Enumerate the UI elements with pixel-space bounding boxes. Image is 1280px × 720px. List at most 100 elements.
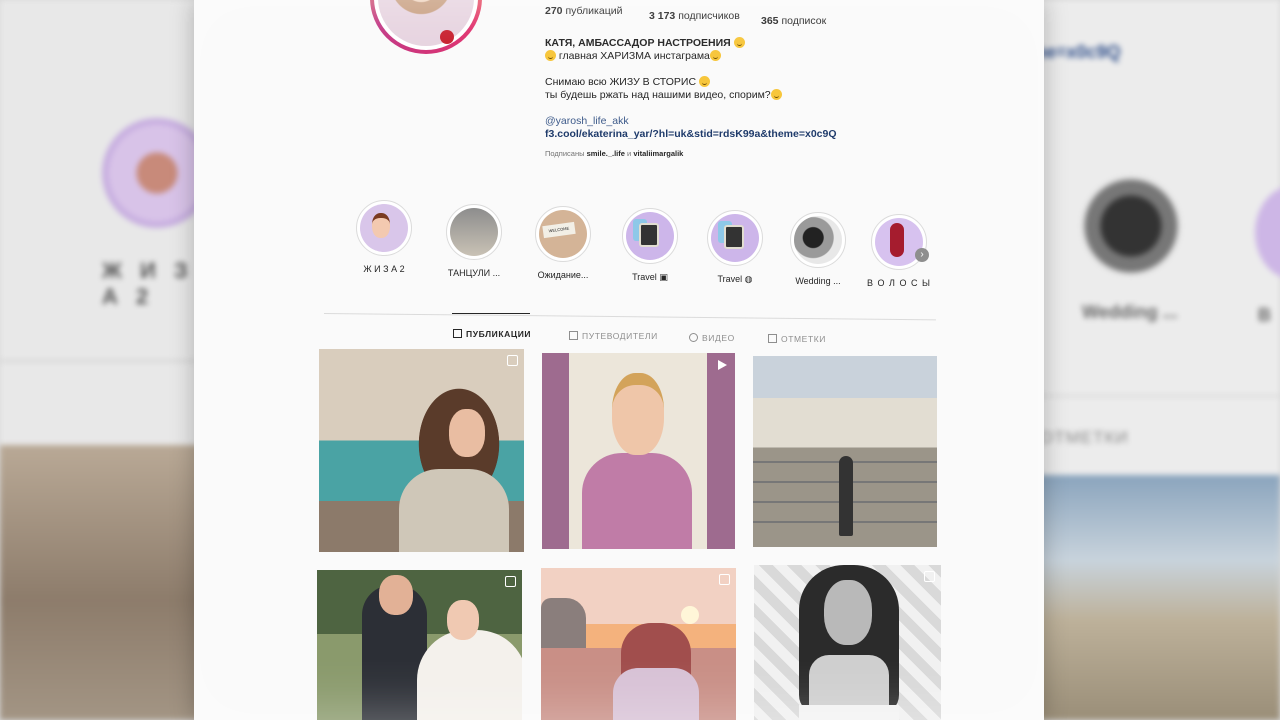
bio-name-line: КАТЯ, АМБАССАДОР НАСТРОЕНИЯ xyxy=(545,37,875,50)
highlight-cover-bg xyxy=(450,208,498,256)
cartoon-face-icon xyxy=(372,213,390,238)
tab-videos[interactable]: ВИДЕО xyxy=(689,333,735,343)
post-thumbnail[interactable] xyxy=(541,568,736,720)
highlight-item[interactable]: Wedding ... xyxy=(783,212,853,286)
smirk-emoji-icon xyxy=(770,89,782,100)
post-photo-detail xyxy=(417,630,522,720)
highlight-cover xyxy=(707,210,763,266)
bio-text: Снимаю всю ЖИЗУ В СТОРИС xyxy=(545,76,697,88)
tab-label: ПУБЛИКАЦИИ xyxy=(466,329,532,339)
profile-bio: КАТЯ, АМБАССАДОР НАСТРОЕНИЯ главная ХАРИ… xyxy=(545,37,875,160)
avatar-photo xyxy=(378,0,474,46)
followers-count[interactable]: 3 173 подписчиков xyxy=(649,10,740,22)
post-photo-detail xyxy=(399,469,509,552)
background-story-label: В xyxy=(1258,305,1271,325)
post-thumbnail[interactable] xyxy=(319,349,524,552)
chevron-right-icon[interactable]: › xyxy=(915,248,929,262)
background-divider xyxy=(1030,395,1280,397)
multiple-posts-icon xyxy=(507,355,518,366)
highlight-label: Wedding ... xyxy=(795,276,841,286)
background-right-panel: me=x0c9Q Wedding ... В ОТМЕТКИ xyxy=(1030,0,1280,720)
post-photo-detail xyxy=(824,580,872,645)
background-story-label: Wedding ... xyxy=(1082,302,1178,322)
bio-text: главная ХАРИЗМА инстаграма xyxy=(558,50,710,62)
bio-text: ты будешь ржать над нашими видео, спорим… xyxy=(545,89,771,101)
highlight-item[interactable]: Ж И З А 2 xyxy=(349,200,419,274)
tongue-emoji-icon xyxy=(545,50,556,61)
tab-tagged[interactable]: ОТМЕТКИ xyxy=(768,334,826,344)
background-story-circle xyxy=(1080,175,1182,277)
profile-avatar[interactable] xyxy=(370,0,482,54)
highlight-label: ТАНЦУЛИ ... xyxy=(447,268,501,278)
post-thumbnail[interactable] xyxy=(754,565,941,720)
post-thumbnail[interactable] xyxy=(317,570,522,720)
background-left-panel: Ж И З А 2 xyxy=(0,0,212,720)
bio-mention-link[interactable]: @yarosh_life_akk xyxy=(545,115,875,128)
passport-icon: ▣ xyxy=(659,272,668,282)
post-photo-detail xyxy=(612,373,664,455)
following-number: 365 xyxy=(761,15,779,27)
highlight-item[interactable]: ТАНЦУЛИ ... xyxy=(439,204,509,278)
bio-website-link[interactable]: f3.cool/ekaterina_yar/?hl=uk&stid=rdsK99… xyxy=(545,128,875,141)
sunglasses-emoji-icon xyxy=(709,50,721,61)
highlight-item[interactable]: Travel ◍ xyxy=(700,210,770,285)
multiple-posts-icon xyxy=(924,571,935,582)
highlight-cover xyxy=(790,212,846,268)
highlight-label-text: Travel xyxy=(632,272,657,282)
bio-line: ты будешь ржать над нашими видео, спорим… xyxy=(545,89,875,102)
post-photo-detail xyxy=(379,575,413,615)
profile-name: КАТЯ, АМБАССАДОР НАСТРОЕНИЯ xyxy=(545,37,731,49)
laughing-emoji-icon xyxy=(698,76,710,87)
followed-user: smile._.life xyxy=(586,149,625,158)
tab-label: ПУТЕВОДИТЕЛИ xyxy=(582,331,658,341)
highlight-cover xyxy=(871,214,927,270)
bio-spacer xyxy=(545,102,875,115)
followed-user: vitaliimargalik xyxy=(633,149,684,158)
post-thumbnail[interactable] xyxy=(753,356,937,547)
highlight-item[interactable]: Travel ▣ xyxy=(615,208,685,283)
post-thumbnail[interactable] xyxy=(542,353,735,549)
bio-line: Снимаю всю ЖИЗУ В СТОРИС xyxy=(545,76,875,89)
post-photo-detail xyxy=(681,606,699,624)
background-story-label: Ж И З А 2 xyxy=(102,258,194,309)
profile-page: 270 публикаций 3 173 подписчиков 365 под… xyxy=(194,0,1044,720)
rose-decoration xyxy=(440,30,454,44)
followed-and: и xyxy=(627,149,632,158)
highlight-label-text: Travel xyxy=(717,274,743,284)
bio-line: главная ХАРИЗМА инстаграма xyxy=(545,50,875,63)
post-photo-detail xyxy=(541,598,586,648)
highlight-item[interactable]: WELCOME Ожидание... xyxy=(528,206,598,280)
suitcase-icon xyxy=(639,223,659,247)
followed-by[interactable]: Подписаны smile._.life и vitaliimargalik xyxy=(545,147,875,160)
smile-emoji-icon xyxy=(733,37,745,48)
background-tab-label: ОТМЕТКИ xyxy=(1040,428,1129,447)
following-label: подписок xyxy=(781,15,827,27)
highlight-cover-bg xyxy=(794,216,842,264)
post-photo-detail xyxy=(839,456,853,536)
background-story-circle xyxy=(1255,185,1280,280)
highlight-label: Travel ◍ xyxy=(700,274,770,285)
following-count[interactable]: 365 подписок xyxy=(761,15,826,27)
highlight-cover: WELCOME xyxy=(535,206,591,262)
tab-label: ОТМЕТКИ xyxy=(781,334,827,344)
globe-icon: ◍ xyxy=(744,274,753,284)
multiple-posts-icon xyxy=(719,574,730,585)
followed-prefix: Подписаны xyxy=(545,149,585,158)
highlight-cover xyxy=(446,204,502,260)
post-photo-detail xyxy=(449,409,485,457)
posts-number: 270 xyxy=(545,5,563,17)
post-photo-detail xyxy=(799,705,899,720)
tag-icon xyxy=(768,334,777,343)
hair-girl-icon xyxy=(890,223,904,257)
play-icon xyxy=(718,360,727,370)
followers-label: подписчиков xyxy=(678,10,740,22)
background-divider xyxy=(0,360,200,362)
highlight-label: Ожидание... xyxy=(537,270,589,280)
tab-guides[interactable]: ПУТЕВОДИТЕЛИ xyxy=(569,331,658,341)
highlight-label: В О Л О С Ы xyxy=(867,278,931,288)
tab-posts[interactable]: ПУБЛИКАЦИИ xyxy=(453,329,531,339)
suitcase-icon xyxy=(724,225,744,249)
posts-label: публикаций xyxy=(565,5,623,17)
multiple-posts-icon xyxy=(505,576,516,587)
highlight-label: Travel ▣ xyxy=(615,272,685,283)
